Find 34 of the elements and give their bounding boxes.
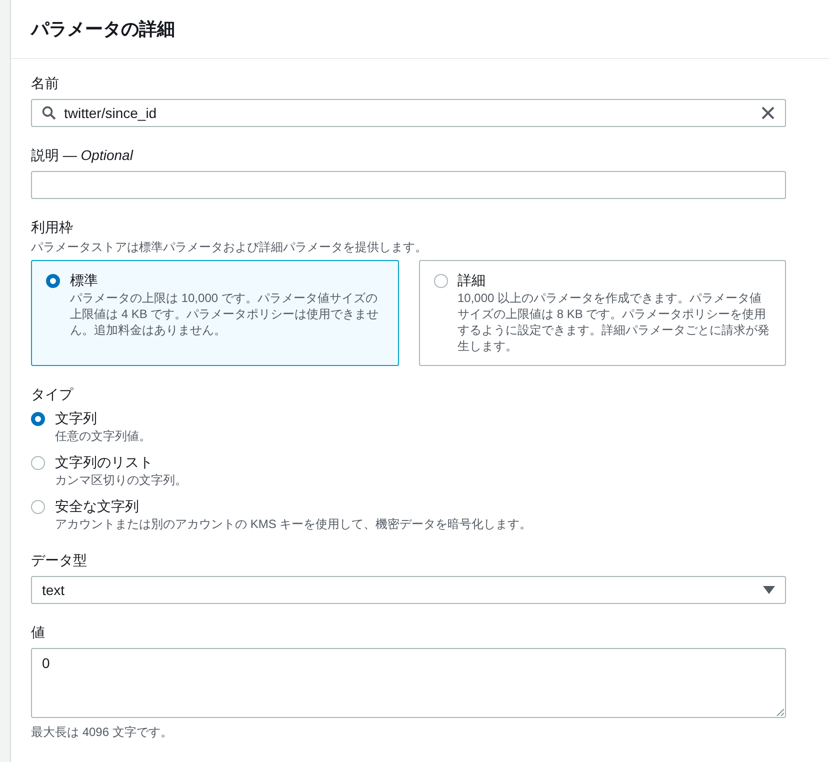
radio-button[interactable] xyxy=(31,500,45,514)
resize-handle-icon[interactable] xyxy=(776,708,784,716)
tier-option[interactable]: 詳細 10,000 以上のパラメータを作成できます。パラメータ値サイズの上限値は 8 KB です。パラメータポリシーを使用するように設定できます。詳細パラメータごとに請求が発生します。 xyxy=(418,260,786,366)
option-description: 10,000 以上のパラメータを作成できます。パラメータ値サイズの上限値は 8 KB です。パラメータポリシーを使用するように設定できます。詳細パラメータごとに請求が発生します。 xyxy=(458,290,770,354)
field-hint: 最大長は 4096 文字です。 xyxy=(31,724,174,741)
tier-option[interactable]: 標準 パラメータの上限は 10,000 です。パラメータ値サイズの上限値は 4 KB です。パラメータポリシーは使用できません。追加料金はありません。 xyxy=(31,260,398,366)
search-icon xyxy=(42,106,56,120)
option-description: パラメータの上限は 10,000 です。パラメータ値サイズの上限値は 4 KB です。パラメータポリシーは使用できません。追加料金はありません。 xyxy=(70,290,380,338)
field-label: 名前 xyxy=(31,75,60,93)
option-title: 文字列 xyxy=(55,410,98,428)
field-label: 説明 — Optional xyxy=(31,147,134,165)
field-description: パラメータストアは標準パラメータおよび詳細パラメータを提供します。 xyxy=(31,239,428,256)
field-label: タイプ xyxy=(31,386,74,404)
search-field[interactable]: twitter/since_id xyxy=(31,99,786,127)
radio-button[interactable] xyxy=(434,274,448,288)
panel-title: パラメータの詳細 xyxy=(31,18,175,41)
field-label: データ型 xyxy=(31,552,88,570)
option-title: 詳細 xyxy=(458,272,486,290)
option-title: 標準 xyxy=(70,272,99,290)
option-description: 任意の文字列値。 xyxy=(55,428,151,444)
radio-button[interactable] xyxy=(46,274,60,288)
text-area[interactable]: 0 xyxy=(31,648,786,718)
field-label: 利用枠 xyxy=(31,219,74,237)
option-title: 文字列のリスト xyxy=(55,454,154,472)
field-label: 値 xyxy=(31,624,46,642)
option-description: アカウントまたは別のアカウントの KMS キーを使用して、機密データを暗号化します。 xyxy=(55,516,532,532)
radio-button[interactable] xyxy=(31,456,45,470)
dropdown[interactable]: text xyxy=(31,576,786,604)
input-field[interactable] xyxy=(31,171,786,199)
close-icon[interactable] xyxy=(761,106,775,120)
option-title: 安全な文字列 xyxy=(55,498,140,516)
caret-icon xyxy=(763,586,775,594)
radio-button[interactable] xyxy=(31,412,45,426)
option-description: カンマ区切りの文字列。 xyxy=(55,472,187,488)
